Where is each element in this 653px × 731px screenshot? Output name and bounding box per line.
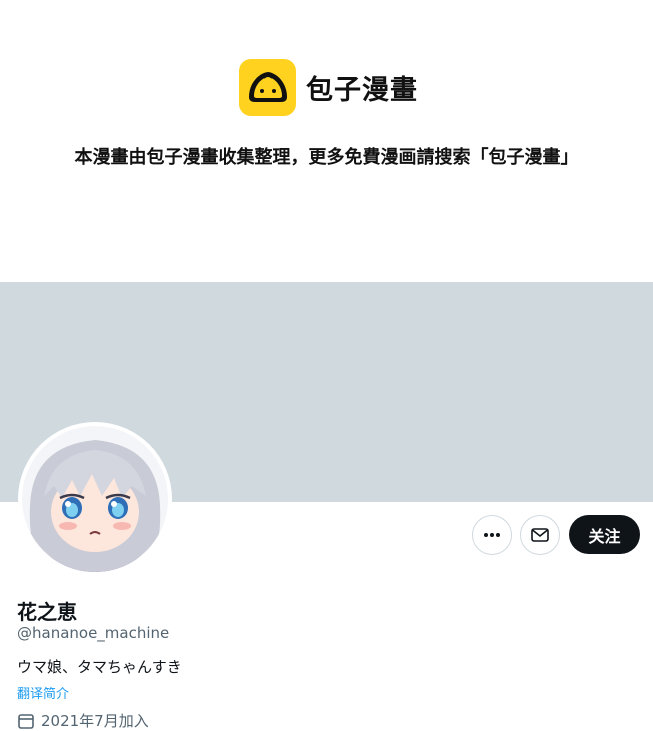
avatar-image: [22, 426, 168, 572]
brand-name: 包子漫畫: [306, 74, 418, 106]
mail-icon: [531, 528, 549, 542]
display-name: 花之恵: [17, 600, 77, 624]
steamed-bun-logo-icon: [239, 58, 296, 116]
watermark-header: 包子漫畫 本漫畫由包子漫畫收集整理，更多免費漫画請搜索「包子漫畫」: [0, 0, 653, 282]
watermark-notice: 本漫畫由包子漫畫收集整理，更多免費漫画請搜索「包子漫畫」: [74, 147, 579, 168]
join-date-text: 2021年7月加入: [41, 712, 149, 730]
user-handle: @hananoe_machine: [17, 624, 170, 642]
message-button[interactable]: [520, 515, 560, 555]
more-button[interactable]: [472, 515, 512, 555]
follow-button[interactable]: 关注: [569, 515, 640, 554]
translate-bio-link[interactable]: 翻译简介: [17, 683, 69, 702]
calendar-icon: [18, 713, 34, 729]
brand-logo: 包子漫畫: [239, 58, 418, 116]
join-date: 2021年7月加入: [17, 710, 149, 731]
more-icon: [484, 533, 500, 537]
bio-text: ウマ娘、タマちゃんすき: [17, 658, 182, 676]
avatar[interactable]: [18, 422, 172, 576]
